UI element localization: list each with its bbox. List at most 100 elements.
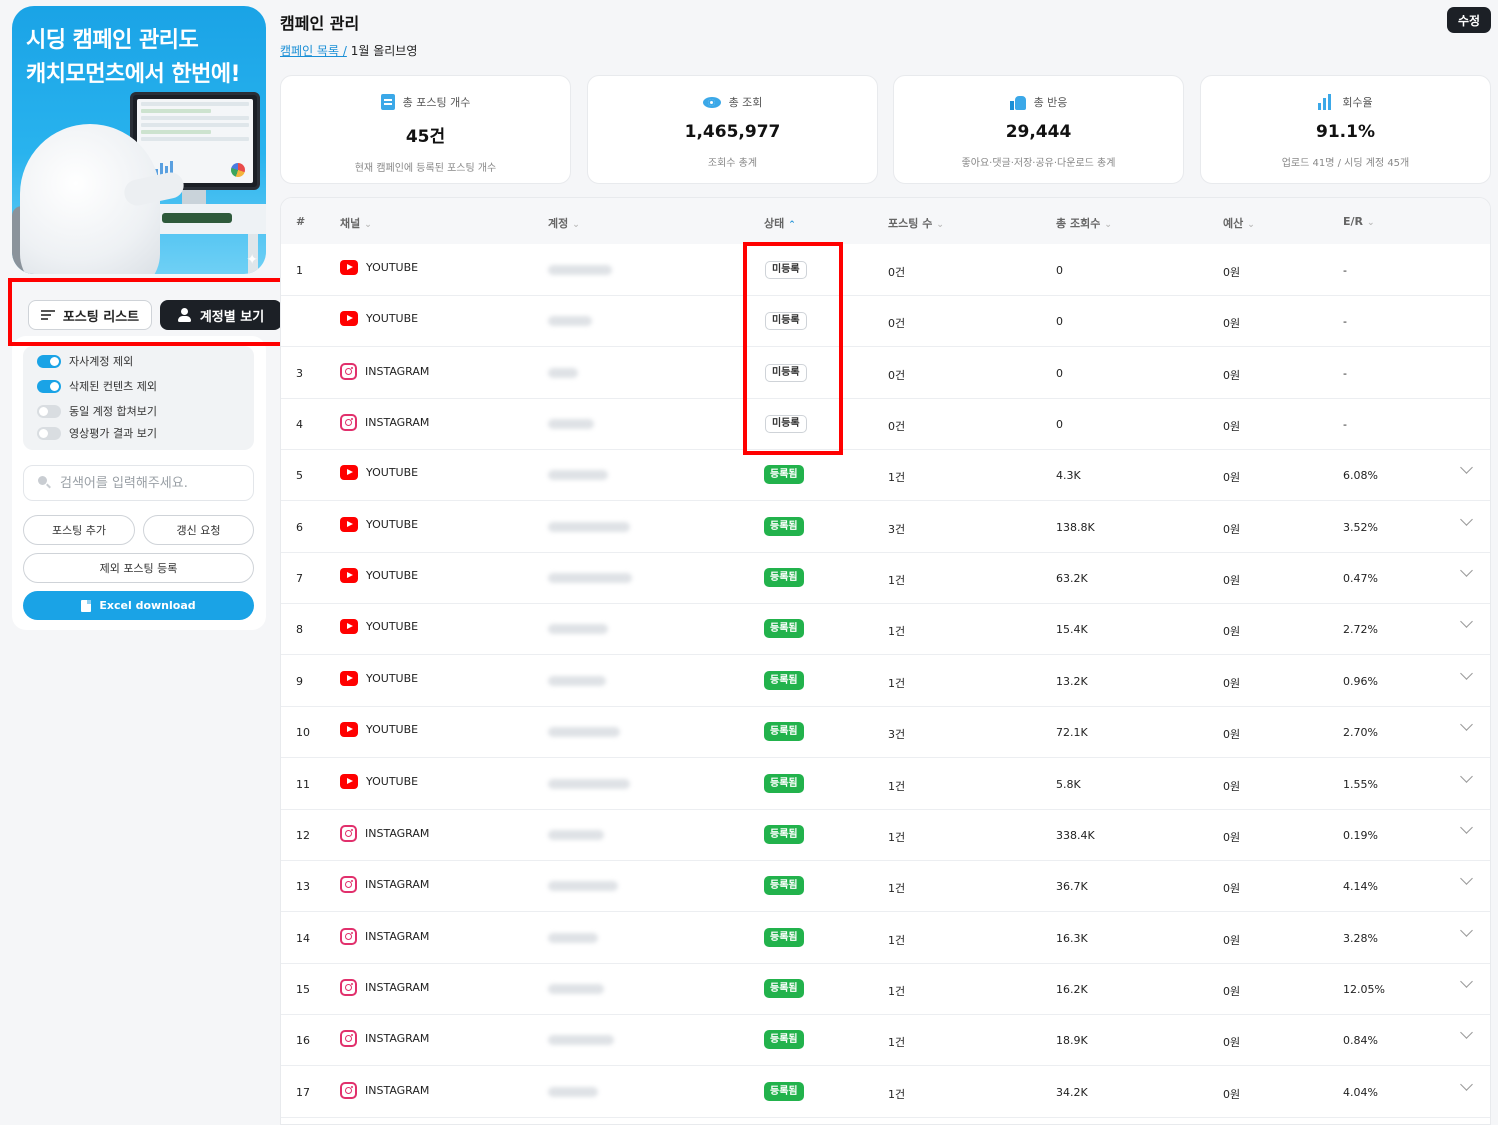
posting-list-button[interactable]: 포스팅 리스트 bbox=[28, 300, 152, 330]
toggle-switch[interactable] bbox=[37, 354, 61, 368]
exclude-posting-button[interactable]: 제외 포스팅 등록 bbox=[23, 553, 254, 583]
account-name-blurred[interactable] bbox=[548, 624, 608, 635]
account-name-blurred[interactable] bbox=[548, 419, 594, 430]
account-name-blurred[interactable] bbox=[548, 316, 592, 327]
stat-subtext: 현재 캠페인에 등록된 포스팅 개수 bbox=[354, 163, 497, 174]
add-posting-button[interactable]: 포스팅 추가 bbox=[23, 515, 135, 545]
account-name-blurred[interactable] bbox=[548, 829, 604, 840]
row-index: 14 bbox=[296, 931, 310, 945]
column-header-account[interactable]: 계정 ⌄ bbox=[548, 215, 580, 231]
table-row[interactable]: 6 YOUTUBE 등록됨 3건 138.8K 0원 3.52% bbox=[281, 501, 1490, 553]
channel-cell: INSTAGRAM bbox=[340, 978, 429, 996]
column-header-posting-count[interactable]: 포스팅 수 ⌄ bbox=[888, 215, 944, 231]
table-row[interactable]: 14 INSTAGRAM 등록됨 1건 16.3K 0원 3.28% bbox=[281, 912, 1490, 964]
engagement-rate: 6.08% bbox=[1343, 469, 1378, 483]
chevron-down-icon[interactable] bbox=[1460, 564, 1473, 577]
table-row[interactable]: YOUTUBE 미등록 0건 0 0원 - bbox=[281, 295, 1490, 348]
toggle-switch[interactable] bbox=[37, 379, 61, 393]
chevron-down-icon[interactable] bbox=[1460, 872, 1473, 886]
instagram-icon bbox=[340, 1081, 357, 1099]
table-row[interactable]: 11 YOUTUBE 등록됨 1건 5.8K 0원 1.55% bbox=[281, 758, 1490, 810]
account-name-blurred[interactable] bbox=[548, 881, 618, 892]
account-name-blurred[interactable] bbox=[548, 932, 598, 943]
table-row[interactable]: 8 YOUTUBE 등록됨 1건 15.4K 0원 2.72% bbox=[281, 603, 1490, 656]
table-row[interactable]: 13 INSTAGRAM 등록됨 1건 36.7K 0원 4.14% bbox=[281, 860, 1490, 913]
column-header-budget[interactable]: 예산 ⌄ bbox=[1223, 215, 1255, 231]
channel-cell: INSTAGRAM bbox=[340, 927, 430, 945]
search-input[interactable] bbox=[60, 475, 240, 491]
chevron-down-icon[interactable] bbox=[1460, 1026, 1473, 1040]
account-name-blurred[interactable] bbox=[548, 367, 578, 378]
table-row[interactable]: 3 INSTAGRAM 미등록 0건 0 0원 - bbox=[281, 347, 1490, 399]
engagement-rate: 12.05% bbox=[1343, 982, 1385, 996]
account-name-blurred[interactable] bbox=[548, 1086, 598, 1097]
youtube-icon bbox=[340, 722, 358, 738]
account-view-button[interactable]: 계정별 보기 bbox=[160, 300, 282, 330]
toggle-merge-same-account[interactable]: 동일 계정 합쳐보기 bbox=[37, 403, 157, 419]
excel-download-button[interactable]: Excel download bbox=[23, 591, 254, 620]
chevron-down-icon[interactable] bbox=[1460, 615, 1473, 629]
posting-count: 0건 bbox=[888, 317, 906, 331]
chevron-down-icon[interactable] bbox=[1460, 975, 1473, 988]
toggle-switch[interactable] bbox=[37, 404, 61, 418]
table-row[interactable]: 15 INSTAGRAM 등록됨 1건 16.2K 0원 12.05% bbox=[281, 963, 1490, 1015]
channel-name: INSTAGRAM bbox=[365, 929, 430, 943]
engagement-rate: 1.55% bbox=[1343, 777, 1378, 791]
breadcrumb-campaign-list-link[interactable]: 캠페인 목록 / bbox=[280, 44, 347, 58]
chevron-down-icon[interactable] bbox=[1460, 923, 1473, 937]
excel-download-label: Excel download bbox=[99, 599, 196, 612]
account-name-blurred[interactable] bbox=[548, 573, 632, 584]
stat-value: 45건 bbox=[405, 127, 446, 147]
account-name-blurred[interactable] bbox=[548, 778, 630, 789]
chevron-down-icon[interactable] bbox=[1460, 820, 1473, 834]
stat-subtext: 업로드 41명 / 시딩 계정 45개 bbox=[1281, 158, 1410, 169]
chevron-down-icon[interactable] bbox=[1460, 512, 1473, 526]
channel-cell: YOUTUBE bbox=[340, 773, 418, 789]
banner-line-2: 캐치모먼츠에서 한번에! bbox=[26, 62, 241, 87]
youtube-icon bbox=[340, 311, 358, 327]
toggle-exclude-own-accounts[interactable]: 자사계정 제외 bbox=[37, 353, 133, 369]
column-header-channel[interactable]: 채널 ⌄ bbox=[340, 215, 372, 231]
refresh-request-button[interactable]: 갱신 요청 bbox=[143, 515, 254, 545]
chevron-down-icon[interactable] bbox=[1460, 461, 1473, 475]
table-row[interactable]: 1 YOUTUBE 미등록 0건 0 0원 - bbox=[281, 244, 1490, 296]
row-index: 4 bbox=[296, 418, 303, 432]
table-row[interactable]: 10 YOUTUBE 등록됨 3건 72.1K 0원 2.70% bbox=[281, 706, 1490, 759]
column-header-status[interactable]: 상태 ⌃ bbox=[764, 215, 796, 231]
budget: 0원 bbox=[1223, 882, 1241, 896]
row-index: 17 bbox=[296, 1085, 310, 1099]
account-name-blurred[interactable] bbox=[548, 983, 604, 994]
table-row[interactable]: 9 YOUTUBE 등록됨 1건 13.2K 0원 0.96% bbox=[281, 655, 1490, 707]
table-row[interactable]: 4 INSTAGRAM 미등록 0건 0 0원 - bbox=[281, 398, 1490, 451]
account-name-blurred[interactable] bbox=[548, 675, 606, 686]
account-name-blurred[interactable] bbox=[548, 470, 608, 481]
account-name-blurred[interactable] bbox=[548, 265, 612, 275]
table-row[interactable]: 7 YOUTUBE 등록됨 1건 63.2K 0원 0.47% bbox=[281, 552, 1490, 605]
sort-icon: ⌄ bbox=[572, 220, 580, 230]
chevron-down-icon[interactable] bbox=[1460, 769, 1473, 783]
channel-name: YOUTUBE bbox=[366, 620, 419, 634]
stat-label: 총 포스팅 개수 bbox=[402, 96, 471, 109]
status-badge: 등록됨 bbox=[764, 876, 804, 896]
toggle-exclude-deleted[interactable]: 삭제된 컨텐츠 제외 bbox=[37, 378, 157, 394]
account-name-blurred[interactable] bbox=[548, 1035, 614, 1046]
account-name-blurred[interactable] bbox=[548, 727, 620, 738]
list-icon bbox=[380, 94, 395, 110]
engagement-rate: - bbox=[1343, 315, 1347, 329]
table-row[interactable]: 16 INSTAGRAM 등록됨 1건 18.9K 0원 0.84% bbox=[281, 1014, 1490, 1067]
toggle-switch[interactable] bbox=[37, 426, 61, 440]
toggle-video-evaluation[interactable]: 영상평가 결과 보기 bbox=[37, 425, 157, 441]
monitor-stand-illustration bbox=[182, 190, 206, 204]
table-row[interactable]: 17 INSTAGRAM 등록됨 1건 34.2K 0원 4.04% bbox=[281, 1066, 1490, 1118]
column-header-total-views[interactable]: 총 조회수 ⌄ bbox=[1056, 215, 1112, 231]
account-name-blurred[interactable] bbox=[548, 521, 630, 532]
chevron-down-icon[interactable] bbox=[1460, 666, 1473, 680]
edit-button[interactable]: 수정 bbox=[1447, 7, 1491, 33]
chevron-down-icon[interactable] bbox=[1460, 718, 1473, 732]
table-header: # 채널 ⌄ 계정 ⌄ 상태 ⌃ 포스팅 수 ⌄ 총 조회수 ⌄ 예산 ⌄ E/R ⌄ bbox=[281, 198, 1490, 244]
promo-banner[interactable]: 시딩 캠페인 관리도 캐치모먼츠에서 한번에! ✦ bbox=[12, 6, 266, 274]
table-row[interactable]: 5 YOUTUBE 등록됨 1건 4.3K 0원 6.08% bbox=[281, 449, 1490, 502]
table-row[interactable]: 12 INSTAGRAM 등록됨 1건 338.4K 0원 0.19% bbox=[281, 809, 1490, 861]
chevron-down-icon[interactable] bbox=[1460, 1077, 1473, 1091]
column-header-engagement-rate[interactable]: E/R ⌄ bbox=[1343, 215, 1375, 228]
